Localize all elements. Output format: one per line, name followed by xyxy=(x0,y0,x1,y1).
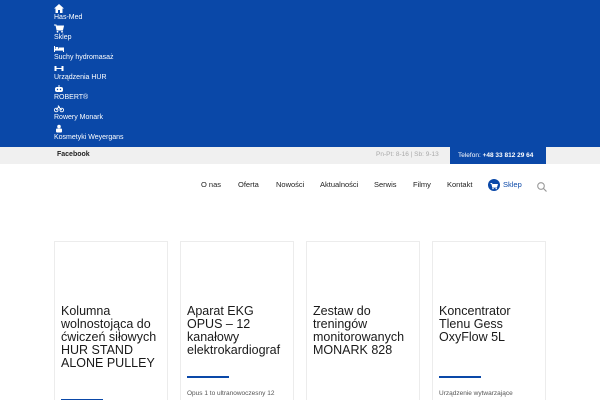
search-icon xyxy=(537,182,547,192)
product-card-accent-bar xyxy=(439,376,481,378)
product-card[interactable]: Kolumna wolnostojąca do ćwiczeń siłowych… xyxy=(54,241,168,400)
product-card-title[interactable]: Kolumna wolnostojąca do ćwiczeń siłowych… xyxy=(61,305,165,370)
product-card-description: Urządzenie wytwarzające xyxy=(439,390,513,397)
product-card[interactable]: Aparat EKG OPUS – 12 kanałowy elektrokar… xyxy=(180,241,294,400)
cart-icon xyxy=(54,24,64,33)
dumbbell-icon xyxy=(54,66,64,71)
product-card-title[interactable]: Zestaw do treningów monitorowanych MONAR… xyxy=(313,305,417,357)
top-bar: Has-Med Sklep Suchy hydromasaż Urządzeni… xyxy=(0,0,600,147)
nav-item-aktualnosci[interactable]: Aktualności xyxy=(320,176,358,194)
nav-item-kontakt[interactable]: Kontakt xyxy=(447,176,472,194)
nav-item-o-nas[interactable]: O nas xyxy=(201,176,221,194)
main-nav: O nas Oferta Nowości Aktualności Serwis … xyxy=(0,176,600,194)
topbar-link-robert[interactable]: ROBERT® xyxy=(54,84,88,103)
topbar-link-sklep[interactable]: Sklep xyxy=(54,24,72,43)
product-card-description: Opus 1 to ultranowoczesny 12 xyxy=(187,390,275,397)
product-card-title[interactable]: Aparat EKG OPUS – 12 kanałowy elektrokar… xyxy=(187,305,291,357)
product-card[interactable]: Zestaw do treningów monitorowanych MONAR… xyxy=(306,241,420,400)
cart-icon xyxy=(490,183,499,190)
home-icon xyxy=(54,4,64,13)
product-card[interactable]: Koncentrator Tlenu Gess OxyFlow 5L Urząd… xyxy=(432,241,546,400)
nav-item-nowosci[interactable]: Nowości xyxy=(276,176,304,194)
bed-icon xyxy=(54,46,64,52)
topbar-link-suchy-hydromasaz[interactable]: Suchy hydromasaż xyxy=(54,44,114,63)
robot-icon xyxy=(55,85,63,92)
phone-label: Telefon: xyxy=(458,152,481,159)
bicycle-icon xyxy=(54,105,64,113)
nav-item-oferta[interactable]: Oferta xyxy=(238,176,259,194)
topbar-label: Urządzenia HUR xyxy=(54,74,107,81)
cosmetics-icon xyxy=(56,124,62,133)
topbar-label: Sklep xyxy=(54,34,72,41)
topbar-link-urzadzenia-hur[interactable]: Urządzenia HUR xyxy=(54,64,107,83)
topbar-link-rowery-monark[interactable]: Rowery Monark xyxy=(54,104,103,123)
phone-number: +48 33 812 29 64 xyxy=(482,152,534,159)
search-button[interactable] xyxy=(536,180,548,192)
topbar-link-has-med[interactable]: Has-Med xyxy=(54,4,82,23)
nav-shop-label: Sklep xyxy=(503,180,522,189)
topbar-label: Has-Med xyxy=(54,14,83,21)
topbar-label: Rowery Monark xyxy=(54,114,104,121)
facebook-link[interactable]: Facebook xyxy=(57,151,90,158)
phone-box[interactable]: Telefon: +48 33 812 29 64 xyxy=(450,147,546,164)
topbar-link-kosmetyki-weyergans[interactable]: Kosmetyki Weyergans xyxy=(54,124,124,143)
nav-item-filmy[interactable]: Filmy xyxy=(413,176,431,194)
product-card-accent-bar xyxy=(187,376,229,378)
topbar-label: ROBERT® xyxy=(54,94,89,101)
nav-item-serwis[interactable]: Serwis xyxy=(374,176,397,194)
topbar-label: Kosmetyki Weyergans xyxy=(54,134,124,141)
product-card-title[interactable]: Koncentrator Tlenu Gess OxyFlow 5L xyxy=(439,305,543,344)
shop-cart-badge xyxy=(488,179,500,191)
opening-hours: Pn-Pt: 8-16 | Sb: 9-13 xyxy=(376,151,439,158)
topbar-label: Suchy hydromasaż xyxy=(54,54,114,61)
